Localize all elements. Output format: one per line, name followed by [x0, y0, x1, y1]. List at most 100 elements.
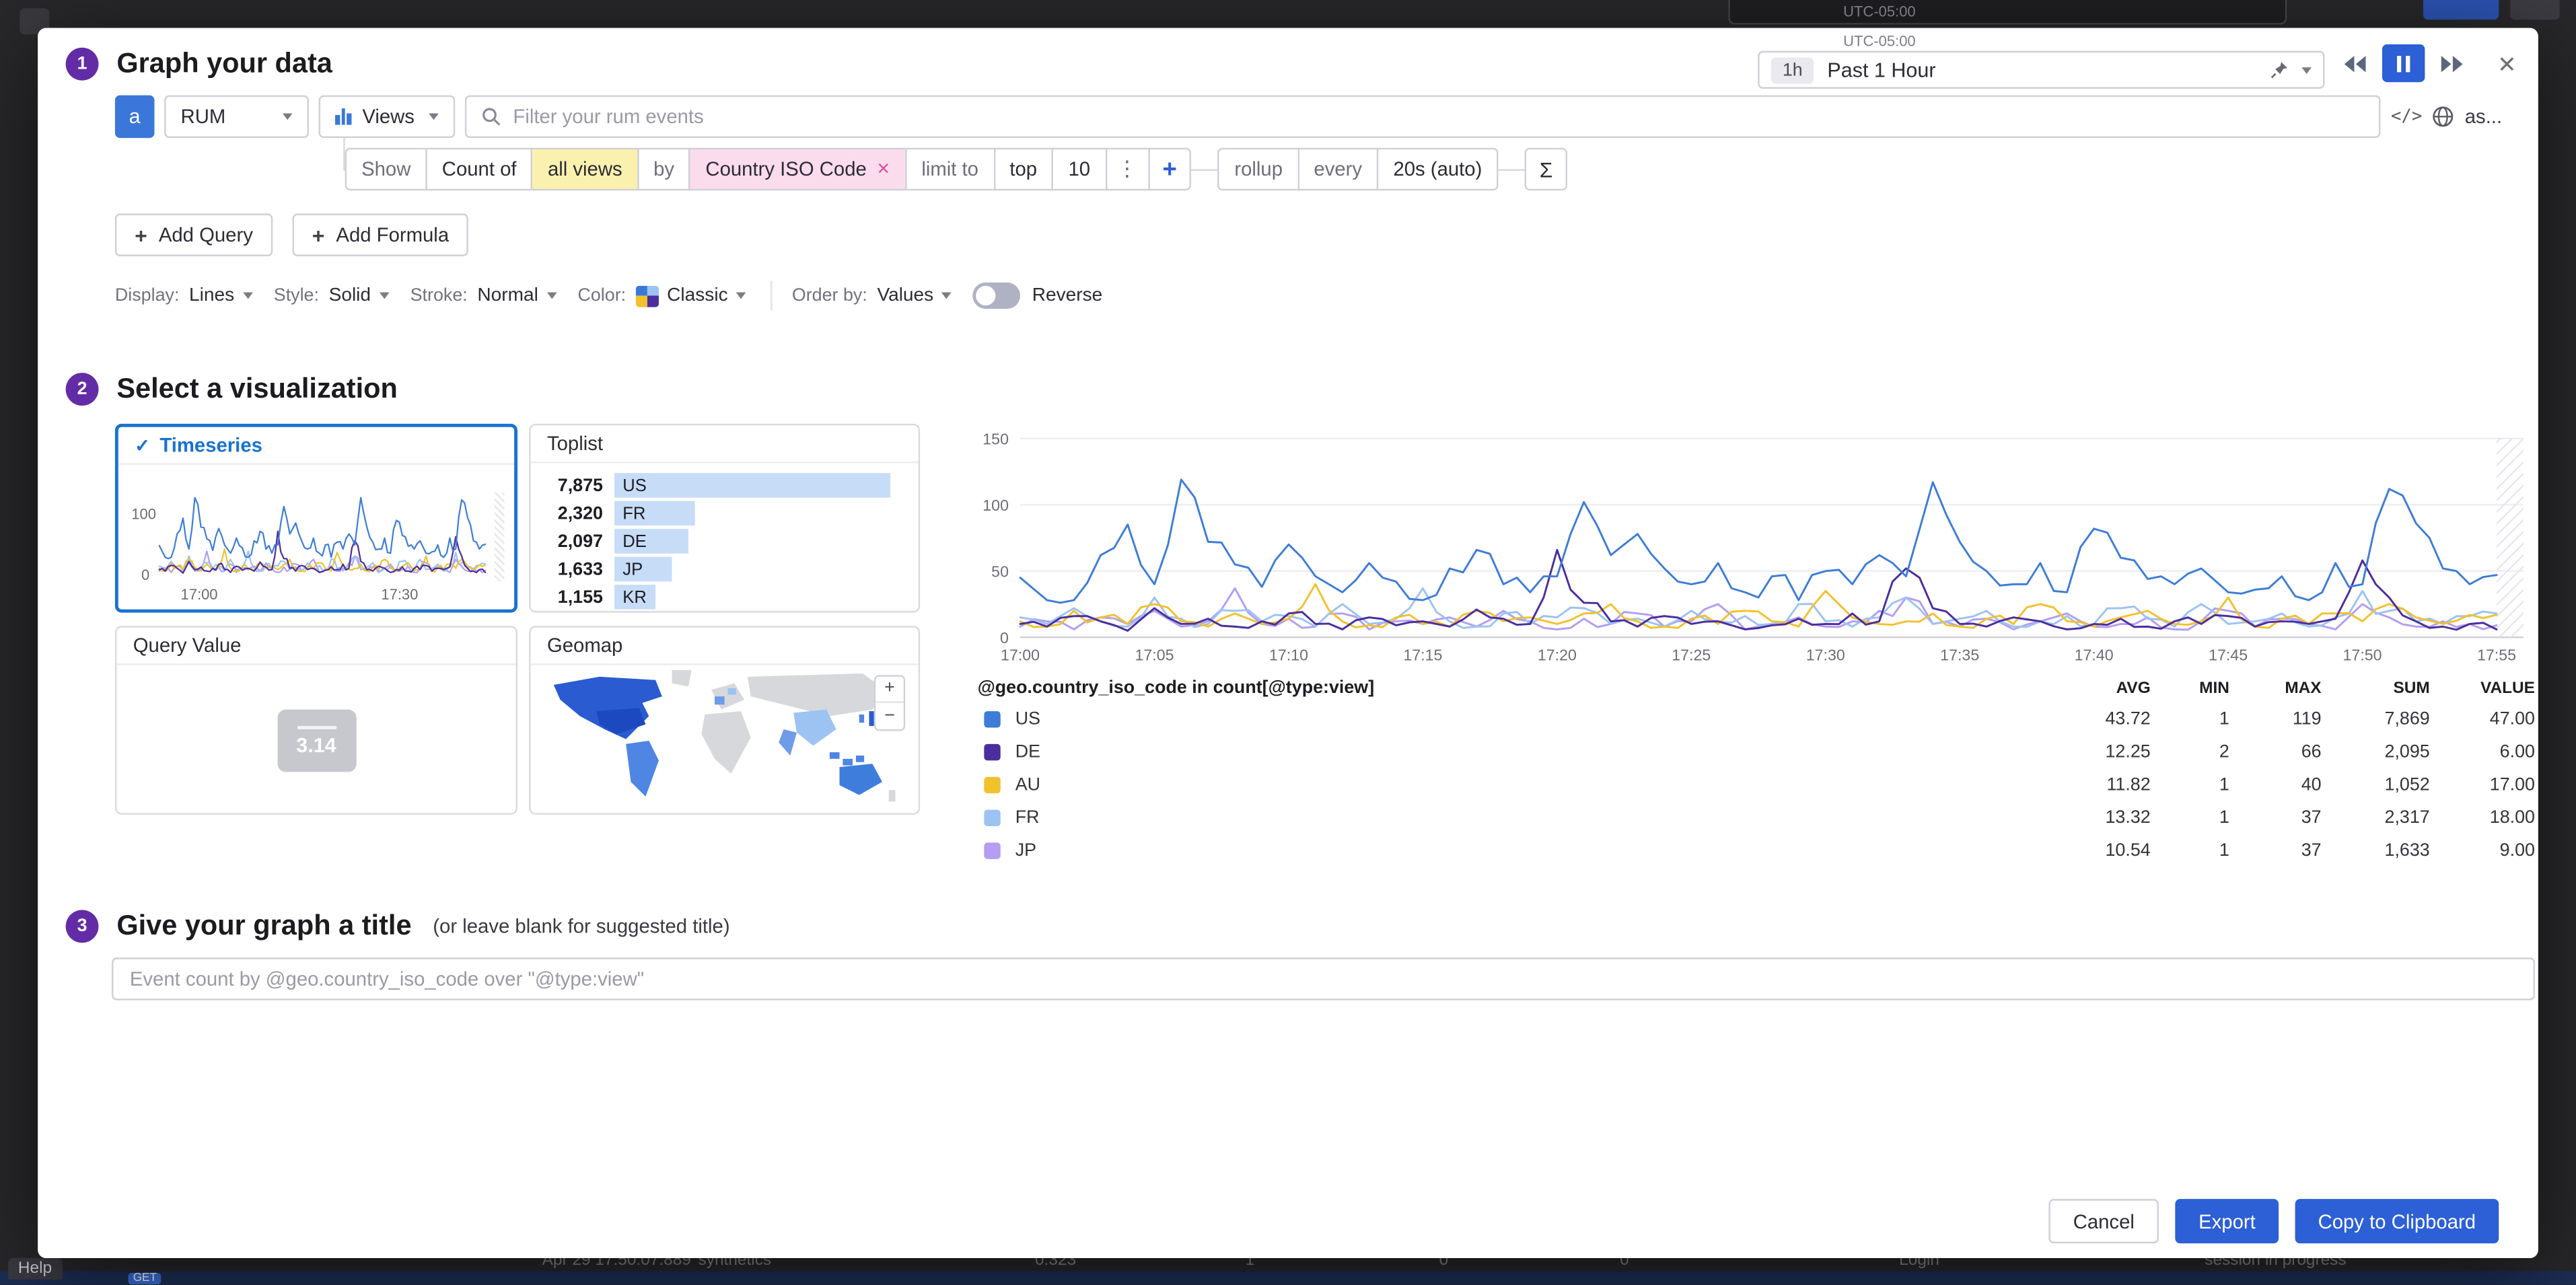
group-by-pill[interactable]: Country ISO Code ✕	[689, 148, 906, 190]
legend-series-name: FR	[978, 808, 2046, 828]
pin-icon[interactable]	[2270, 61, 2289, 79]
measure-select[interactable]: all views	[532, 148, 639, 190]
svg-text:17:15: 17:15	[1403, 646, 1442, 663]
globe-icon[interactable]	[2432, 105, 2455, 128]
color-select[interactable]: Classic	[636, 285, 746, 307]
code-view-icon[interactable]: </>	[2391, 107, 2422, 126]
query-letter-badge[interactable]: a	[115, 96, 155, 138]
add-formula-button[interactable]: +Add Formula	[292, 213, 468, 256]
card-timeseries[interactable]: ✓ Timeseries 100 0 17:00 17:30	[115, 424, 517, 613]
reverse-toggle[interactable]	[973, 283, 1021, 309]
time-range-chip: 1h	[1771, 57, 1814, 83]
display-select[interactable]: Lines	[189, 286, 252, 305]
mini-x-label: 17:30	[381, 587, 418, 603]
legend-col-value[interactable]: VALUE	[2430, 679, 2535, 697]
card-geomap[interactable]: Geomap	[529, 626, 920, 815]
copy-to-clipboard-button[interactable]: Copy to Clipboard	[2295, 1199, 2499, 1243]
cancel-button[interactable]: Cancel	[2048, 1199, 2159, 1243]
legend-series-name: DE	[978, 742, 2046, 762]
legend-value: 6.00	[2430, 742, 2535, 762]
legend-min: 1	[2151, 841, 2229, 860]
add-query-button[interactable]: +Add Query	[115, 213, 273, 256]
divider	[771, 281, 772, 310]
remove-group-icon[interactable]: ✕	[876, 160, 890, 178]
card-timeseries-label: Timeseries	[159, 434, 262, 457]
skip-forward-button[interactable]	[2430, 44, 2472, 82]
card-geomap-header: Geomap	[531, 628, 919, 665]
order-by-label: Order by:	[792, 286, 867, 305]
color-label: Color:	[577, 286, 626, 305]
stroke-select[interactable]: Normal	[477, 286, 556, 305]
export-button[interactable]: Export	[2176, 1199, 2279, 1243]
background-utc-label: UTC-05:00	[1843, 3, 1915, 20]
toplist-value: 1,633	[540, 559, 603, 579]
legend-col-max[interactable]: MAX	[2229, 679, 2322, 697]
card-query-value[interactable]: Query Value 3.14	[115, 626, 517, 815]
palette-icon	[636, 285, 659, 307]
legend-row-au[interactable]: AU11.821401,05217.00	[978, 769, 2535, 802]
chevron-down-icon[interactable]	[2301, 67, 2312, 73]
main-timeseries-chart[interactable]: 05010015017:0017:0517:1017:1517:2017:251…	[978, 416, 2535, 665]
legend-col-avg[interactable]: AVG	[2045, 679, 2150, 697]
aggregation-select[interactable]: Count of	[425, 148, 533, 190]
utc-offset-label: UTC-05:00	[1843, 33, 2324, 49]
kebab-menu-icon[interactable]: ⋮	[1105, 148, 1149, 190]
legend-avg: 12.25	[2045, 742, 2150, 762]
graph-editor-modal: 1 Graph your data UTC-05:00 1h Past 1 Ho…	[38, 28, 2538, 1259]
style-select[interactable]: Solid	[329, 286, 389, 305]
style-label: Style:	[274, 286, 319, 305]
as-button[interactable]: as...	[2465, 105, 2502, 128]
group-by-value: Country ISO Code	[705, 157, 866, 180]
legend-col-sum[interactable]: SUM	[2322, 679, 2430, 697]
background-time-selector	[1728, 0, 2287, 25]
time-range-label: Past 1 Hour	[1827, 59, 2257, 81]
legend-series-name: US	[978, 710, 2046, 729]
data-source-select[interactable]: RUM	[164, 96, 309, 138]
display-options-row: Display: Lines Style: Solid Stroke: Norm…	[115, 276, 1102, 316]
card-toplist[interactable]: Toplist 7,875US2,320FR2,097DE1,633JP1,15…	[529, 424, 920, 613]
toplist-bar: KR	[614, 585, 655, 610]
legend-row-fr[interactable]: FR13.321372,31718.00	[978, 801, 2535, 834]
graph-title-input[interactable]	[112, 957, 2535, 1000]
sigma-button[interactable]: Σ	[1525, 148, 1568, 190]
mini-hatch-region	[495, 492, 505, 581]
step3-title: Give your graph a title	[116, 910, 411, 943]
series-swatch	[984, 810, 1000, 826]
legend-max: 66	[2229, 742, 2322, 762]
rollup-interval-select[interactable]: 20s (auto)	[1377, 148, 1499, 190]
legend-row-de[interactable]: DE12.252662,0956.00	[978, 736, 2535, 769]
limit-direction-select[interactable]: top	[993, 148, 1054, 190]
order-by-select[interactable]: Values	[877, 286, 952, 305]
svg-text:17:55: 17:55	[2477, 646, 2516, 663]
background-primary-button	[2423, 0, 2499, 20]
zoom-in-button[interactable]: +	[875, 677, 904, 703]
legend-sum: 2,317	[2322, 808, 2430, 828]
data-source-value: RUM	[181, 105, 268, 128]
close-icon[interactable]: ✕	[2489, 46, 2526, 82]
time-range-selector[interactable]: 1h Past 1 Hour	[1758, 51, 2324, 89]
svg-text:17:50: 17:50	[2343, 646, 2382, 663]
search-icon	[482, 107, 501, 126]
visualization-cards: ✓ Timeseries 100 0 17:00 17:30 Toplist	[115, 424, 920, 815]
toplist-row: 2,320FR	[540, 501, 919, 526]
svg-text:17:25: 17:25	[1672, 646, 1711, 663]
skip-back-button[interactable]	[2334, 44, 2377, 82]
limit-count-select[interactable]: 10	[1052, 148, 1106, 190]
add-group-icon[interactable]: +	[1148, 148, 1192, 190]
limit-to-label: limit to	[905, 148, 995, 190]
legend-col-min[interactable]: MIN	[2151, 679, 2229, 697]
pause-button[interactable]	[2382, 44, 2425, 82]
legend-min: 2	[2151, 742, 2229, 762]
toplist-bar: FR	[614, 501, 695, 526]
event-type-select[interactable]: Views	[319, 96, 456, 138]
toplist-bar: US	[614, 473, 890, 498]
help-tab[interactable]: Help	[8, 1258, 62, 1280]
plus-icon: +	[312, 223, 325, 248]
chevron-down-icon	[283, 113, 293, 120]
legend-row-jp[interactable]: JP10.541371,6339.00	[978, 834, 2535, 867]
plus-icon: +	[135, 223, 147, 248]
zoom-out-button[interactable]: −	[875, 703, 904, 729]
legend-sum: 2,095	[2322, 742, 2430, 762]
legend-row-us[interactable]: US43.7211197,86947.00	[978, 703, 2535, 736]
search-input[interactable]	[513, 105, 2364, 128]
